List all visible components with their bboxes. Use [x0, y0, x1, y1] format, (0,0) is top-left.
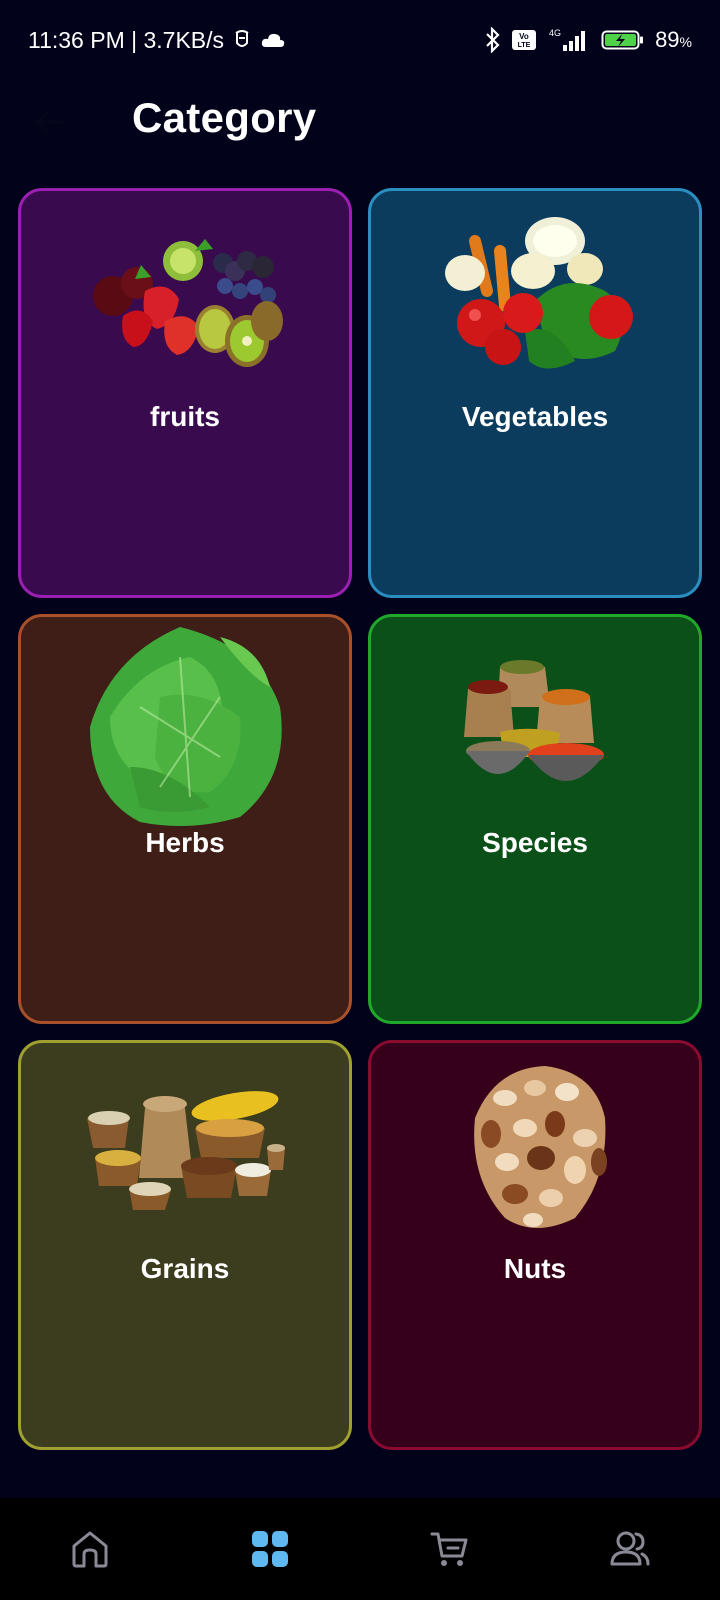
status-right: Vo LTE 4G 89% — [485, 27, 692, 53]
category-label: Vegetables — [461, 401, 609, 432]
bottom-nav — [0, 1498, 720, 1600]
cart-icon — [430, 1532, 468, 1566]
species-image — [371, 617, 699, 827]
category-card-herbs[interactable]: Herbs — [18, 614, 352, 1024]
category-card-nuts[interactable]: Nuts — [368, 1040, 702, 1450]
home-icon — [72, 1531, 108, 1568]
herbs-image — [21, 617, 349, 832]
svg-text:Vo: Vo — [519, 32, 529, 41]
cloud-icon — [260, 31, 286, 49]
category-label: Herbs — [145, 827, 225, 858]
bluetooth-icon — [485, 27, 501, 53]
app-header: Category — [0, 80, 720, 160]
notification-icon — [232, 29, 252, 51]
fruits-image — [21, 191, 349, 401]
back-arrow-icon — [36, 110, 64, 134]
grid-icon — [252, 1531, 288, 1567]
category-card-grains[interactable]: Grains — [18, 1040, 352, 1450]
nuts-image — [371, 1043, 699, 1253]
nav-categories[interactable] — [225, 1504, 315, 1594]
category-label: Grains — [140, 1253, 230, 1284]
status-bar: 11:36 PM | 3.7KB/s Vo LTE 4G 89% — [0, 0, 720, 80]
nav-cart[interactable] — [405, 1504, 495, 1594]
svg-text:4G: 4G — [549, 28, 561, 38]
category-card-species[interactable]: Species — [368, 614, 702, 1024]
category-card-fruits[interactable]: fruits — [18, 188, 352, 598]
back-button[interactable] — [30, 102, 70, 142]
grains-image — [21, 1043, 349, 1253]
nav-home[interactable] — [45, 1504, 135, 1594]
category-screen: 11:36 PM | 3.7KB/s Vo LTE 4G 89% Categor… — [0, 0, 720, 1600]
category-card-vegetables[interactable]: Vegetables — [368, 188, 702, 598]
category-label: Nuts — [503, 1253, 567, 1284]
battery-percent: 89% — [655, 27, 692, 53]
page-title: Category — [132, 94, 317, 141]
battery-percent-unit: % — [679, 34, 692, 50]
category-label: Species — [482, 827, 588, 858]
category-grid: fruits Vegetables Herbs Species Grains N… — [18, 188, 702, 1450]
category-label: fruits — [150, 401, 220, 432]
vegetables-image — [371, 191, 699, 401]
volte-icon: Vo LTE — [511, 29, 537, 51]
signal-icon: 4G — [547, 27, 591, 53]
status-left: 11:36 PM | 3.7KB/s — [28, 27, 286, 54]
svg-text:LTE: LTE — [518, 42, 531, 49]
status-time: 11:36 PM | 3.7KB/s — [28, 26, 225, 53]
battery-icon — [601, 28, 645, 52]
nav-account[interactable] — [585, 1504, 675, 1594]
battery-percent-value: 89 — [655, 27, 680, 52]
users-icon — [610, 1531, 650, 1566]
